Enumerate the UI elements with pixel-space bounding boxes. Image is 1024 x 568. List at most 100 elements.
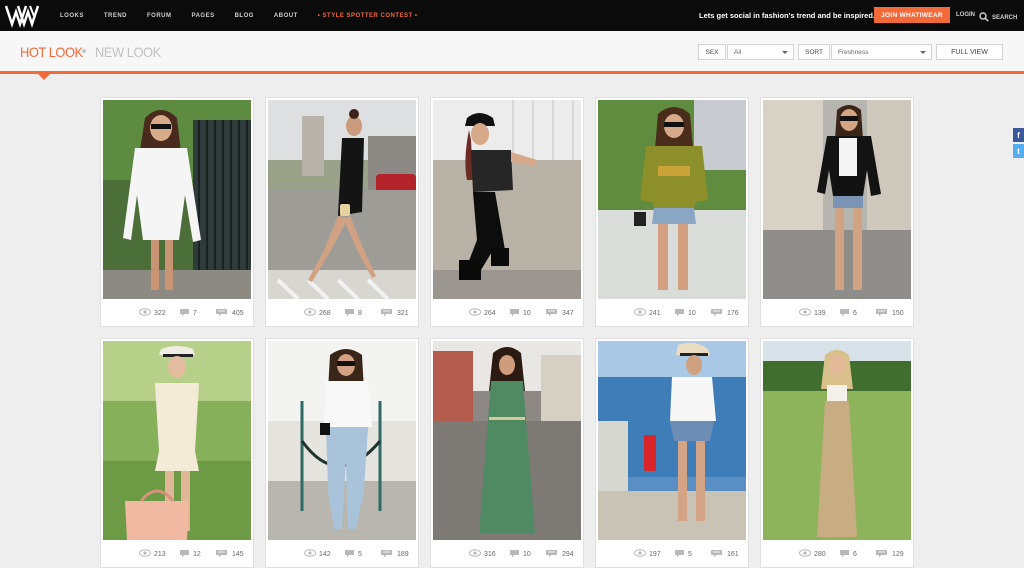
speech-bubble-icon [344,549,355,560]
speech-bubble-icon [839,549,850,560]
eye-icon [304,549,316,559]
views-value: 197 [649,550,661,558]
look-card[interactable]: 213 12 145 [100,338,254,568]
look-photo[interactable] [103,341,251,540]
look-card[interactable]: 280 6 129 [760,338,914,568]
look-photo[interactable] [433,341,581,540]
look-stats: 280 6 129 [761,543,913,565]
likes-value: 8 [358,310,362,317]
comments-count: 347 [545,308,574,319]
comments-value: 321 [397,310,409,317]
look-stats: 213 12 145 [101,543,253,565]
views-value: 268 [319,309,331,317]
look-stats: 197 5 161 [596,543,748,565]
look-photo[interactable] [268,341,416,540]
comments-value: 161 [727,551,739,558]
views-count: 264 [469,308,496,318]
look-stats: 139 6 150 [761,302,913,324]
views-value: 264 [484,309,496,317]
comments-value: 176 [727,310,739,317]
look-photo[interactable] [598,100,746,299]
likes-value: 6 [853,551,857,558]
look-card[interactable]: 139 6 150 [760,97,914,327]
comments-icon [215,308,229,319]
look-photo[interactable] [763,100,911,299]
views-value: 322 [154,309,166,317]
look-photo[interactable] [433,100,581,299]
eye-icon [469,308,481,318]
comments-icon [875,549,889,560]
look-card[interactable]: 197 5 161 [595,338,749,568]
comments-count: 321 [380,308,409,319]
look-stats: 316 10 294 [431,543,583,565]
likes-count: 8 [344,308,362,319]
likes-value: 7 [193,310,197,317]
eye-icon [469,549,481,559]
look-card[interactable]: 322 7 405 [100,97,254,327]
comments-count: 145 [215,549,244,560]
look-card[interactable]: 264 10 347 [430,97,584,327]
likes-count: 10 [674,308,696,319]
comments-count: 405 [215,308,244,319]
speech-bubble-icon [344,308,355,319]
likes-count: 10 [509,308,531,319]
views-count: 280 [799,549,826,559]
look-stats: 142 5 189 [266,543,418,565]
likes-value: 5 [358,551,362,558]
eye-icon [139,549,151,559]
eye-icon [799,308,811,318]
views-value: 139 [814,309,826,317]
look-photo[interactable] [268,100,416,299]
views-count: 139 [799,308,826,318]
speech-bubble-icon [179,308,190,319]
comments-value: 129 [892,551,904,558]
likes-count: 5 [674,549,692,560]
comments-count: 294 [545,549,574,560]
likes-count: 12 [179,549,201,560]
comments-count: 176 [710,308,739,319]
look-card[interactable]: 268 8 321 [265,97,419,327]
views-value: 316 [484,550,496,558]
eye-icon [634,308,646,318]
views-value: 280 [814,550,826,558]
comments-icon [710,308,724,319]
likes-value: 10 [523,310,531,317]
speech-bubble-icon [179,549,190,560]
look-photo[interactable] [103,100,251,299]
comments-value: 145 [232,551,244,558]
views-count: 241 [634,308,661,318]
views-count: 322 [139,308,166,318]
views-value: 241 [649,309,661,317]
comments-count: 129 [875,549,904,560]
views-count: 213 [139,549,166,559]
views-count: 197 [634,549,661,559]
likes-value: 10 [688,310,696,317]
look-photo[interactable] [598,341,746,540]
look-stats: 268 8 321 [266,302,418,324]
views-count: 268 [304,308,331,318]
look-card[interactable]: 316 10 294 [430,338,584,568]
comments-icon [710,549,724,560]
eye-icon [634,549,646,559]
comments-icon [380,308,394,319]
look-stats: 264 10 347 [431,302,583,324]
look-card[interactable]: 142 5 189 [265,338,419,568]
eye-icon [304,308,316,318]
speech-bubble-icon [839,308,850,319]
likes-count: 7 [179,308,197,319]
views-value: 213 [154,550,166,558]
looks-grid: 322 7 405 268 8 321 264 10 347 241 10 17… [0,0,1024,568]
speech-bubble-icon [674,549,685,560]
speech-bubble-icon [509,549,520,560]
comments-count: 150 [875,308,904,319]
speech-bubble-icon [509,308,520,319]
likes-count: 6 [839,308,857,319]
eye-icon [139,308,151,318]
likes-count: 6 [839,549,857,560]
look-card[interactable]: 241 10 176 [595,97,749,327]
likes-value: 12 [193,551,201,558]
look-photo[interactable] [763,341,911,540]
comments-count: 161 [710,549,739,560]
comments-value: 405 [232,310,244,317]
comments-value: 347 [562,310,574,317]
